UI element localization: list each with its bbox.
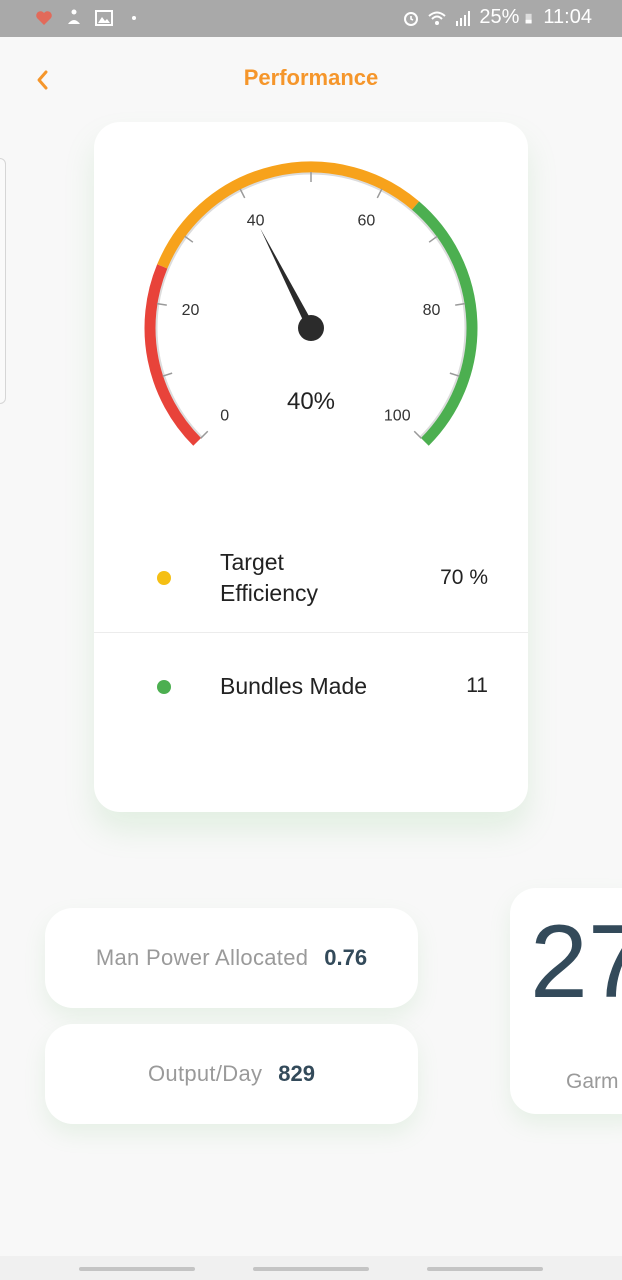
previous-card-edge[interactable] bbox=[0, 158, 6, 404]
wifi-icon bbox=[428, 11, 447, 25]
legend-value: 70 % bbox=[440, 566, 488, 589]
gauge-tick bbox=[428, 235, 438, 243]
stat-card-output-day[interactable]: Output/Day 829 bbox=[45, 1024, 418, 1124]
legend-value: 11 bbox=[466, 674, 488, 697]
gauge-tick bbox=[184, 235, 194, 243]
peek-label: Garm bbox=[566, 1070, 619, 1093]
yellow-dot-icon bbox=[157, 571, 171, 585]
legend-row-target-efficiency: Target Efficiency 70 % bbox=[94, 544, 528, 614]
gauge-tick-label: 40 bbox=[247, 212, 265, 229]
speedometer-gauge: 02040 6080100 bbox=[144, 161, 478, 446]
health-icon bbox=[36, 11, 52, 25]
nav-home-button[interactable] bbox=[253, 1267, 369, 1271]
gauge-needle-hub bbox=[298, 315, 324, 341]
performance-gauge-card: 0 20 40 60 80 100 40% Target Efficiency 70 % … bbox=[94, 122, 528, 812]
divider bbox=[94, 632, 528, 633]
stat-card-man-power[interactable]: Man Power Allocated 0.76 bbox=[45, 908, 418, 1008]
next-card-garments[interactable]: 27 Garm bbox=[510, 888, 622, 1114]
battery-percent: 25% bbox=[479, 6, 520, 28]
yoga-icon bbox=[68, 9, 80, 24]
gauge-needle bbox=[260, 228, 315, 330]
gauge-value: 40% bbox=[286, 388, 336, 415]
notification-dot bbox=[132, 16, 136, 20]
clock: 11:04 bbox=[543, 6, 592, 28]
legend-row-bundles-made: Bundles Made 11 bbox=[94, 662, 528, 712]
gauge-tick bbox=[413, 430, 422, 439]
status-bar: 25% 11:04 bbox=[0, 0, 622, 37]
app-header: Performance bbox=[0, 37, 622, 121]
signal-icon bbox=[456, 10, 471, 26]
stat-value: 829 bbox=[278, 1061, 315, 1086]
gauge-band bbox=[157, 161, 420, 269]
gauge-tick-label: 20 bbox=[182, 302, 200, 319]
alarm-icon bbox=[404, 11, 419, 26]
page-title: Performance bbox=[243, 65, 379, 90]
nav-back-button[interactable] bbox=[427, 1267, 543, 1271]
gauge-tick-label: 60 bbox=[357, 212, 375, 229]
battery-icon bbox=[526, 13, 533, 23]
green-dot-icon bbox=[157, 680, 171, 694]
system-nav-bar bbox=[0, 1256, 622, 1280]
stat-label: Output/Day bbox=[148, 1061, 263, 1086]
legend-label: Target Efficiency bbox=[220, 549, 319, 606]
gauge-tick bbox=[200, 430, 209, 439]
peek-number: 27 bbox=[530, 904, 622, 1020]
nav-recent-button[interactable] bbox=[79, 1267, 195, 1271]
stat-value: 0.76 bbox=[324, 945, 368, 970]
legend-label: Bundles Made bbox=[220, 673, 368, 699]
gallery-icon bbox=[95, 10, 113, 26]
stat-label: Man Power Allocated bbox=[95, 945, 309, 970]
gauge-tick-label: 80 bbox=[423, 302, 441, 319]
